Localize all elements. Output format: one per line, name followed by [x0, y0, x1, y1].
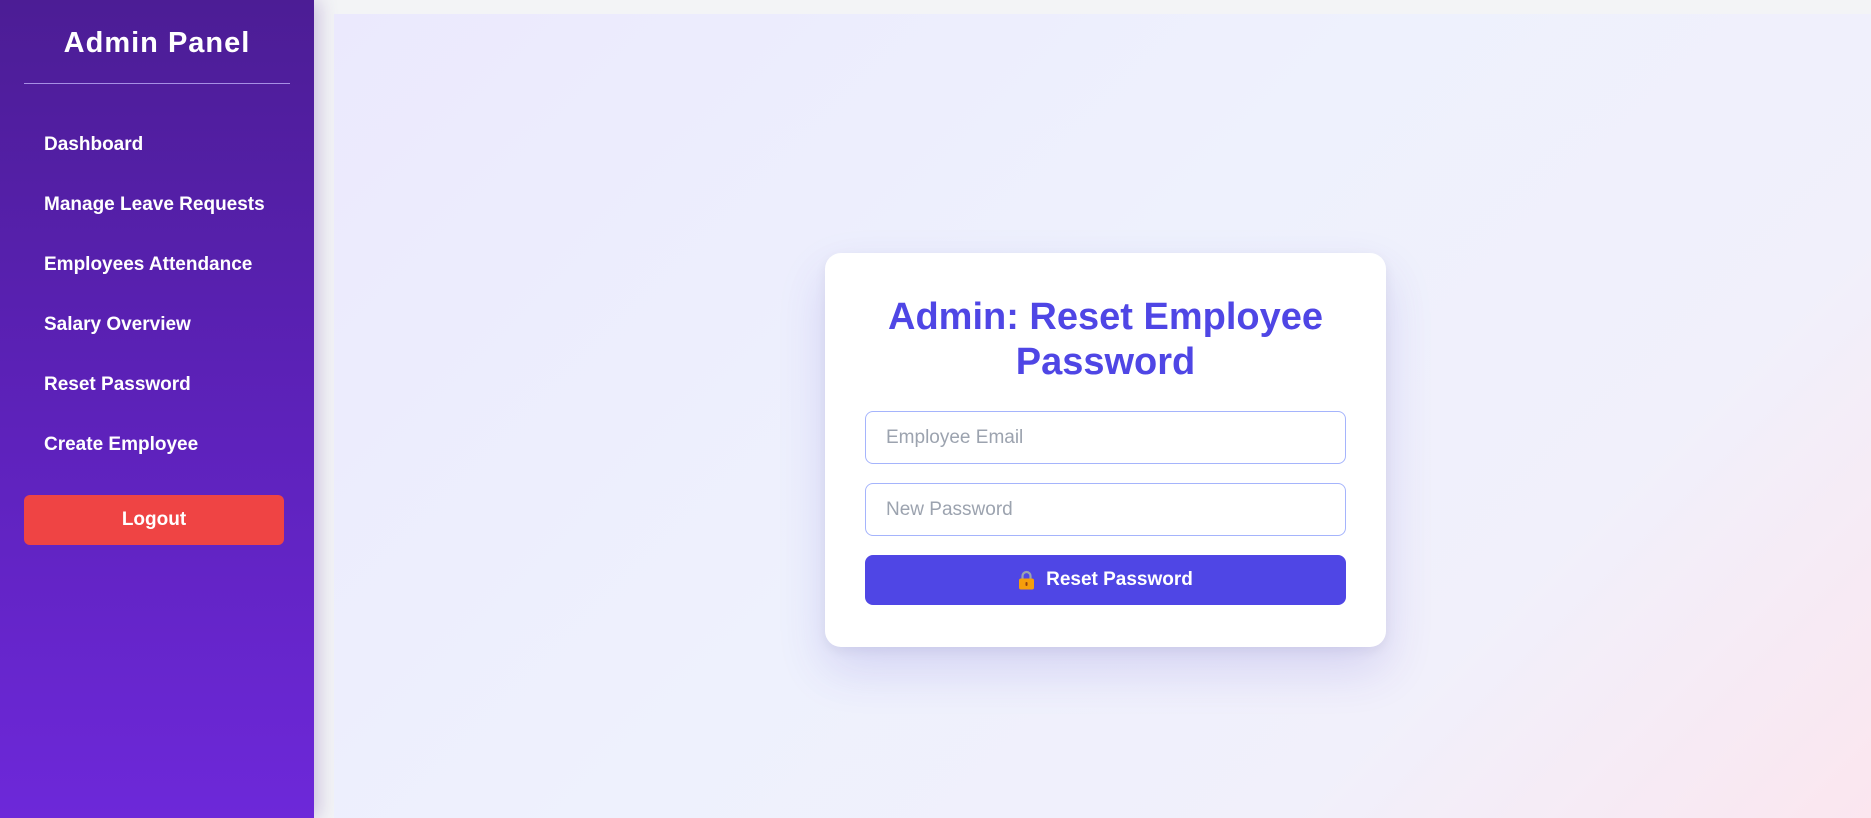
- reset-password-button-label: Reset Password: [1046, 569, 1193, 590]
- sidebar-item-create-employee[interactable]: Create Employee: [24, 430, 290, 490]
- lock-icon: [1018, 570, 1035, 590]
- reset-password-button[interactable]: Reset Password: [865, 555, 1346, 605]
- sidebar: Admin Panel Dashboard Manage Leave Reque…: [0, 0, 314, 818]
- sidebar-item-dashboard[interactable]: Dashboard: [24, 130, 290, 190]
- sidebar-nav: Dashboard Manage Leave Requests Employee…: [24, 130, 290, 545]
- logout-button[interactable]: Logout: [24, 495, 284, 545]
- new-password-input[interactable]: [865, 483, 1346, 536]
- app-root: Admin Panel Dashboard Manage Leave Reque…: [0, 0, 1871, 818]
- sidebar-item-reset-password[interactable]: Reset Password: [24, 370, 290, 430]
- page-title: Admin: Reset Employee Password: [888, 296, 1323, 383]
- sidebar-item-employees-attendance[interactable]: Employees Attendance: [24, 250, 290, 310]
- sidebar-title: Admin Panel: [24, 0, 290, 84]
- reset-password-card: Admin: Reset Employee Password Reset Pas…: [825, 253, 1386, 647]
- sidebar-item-manage-leave-requests[interactable]: Manage Leave Requests: [24, 190, 290, 250]
- employee-email-input[interactable]: [865, 411, 1346, 464]
- main-content: Admin: Reset Employee Password Reset Pas…: [334, 14, 1871, 818]
- sidebar-item-salary-overview[interactable]: Salary Overview: [24, 310, 290, 370]
